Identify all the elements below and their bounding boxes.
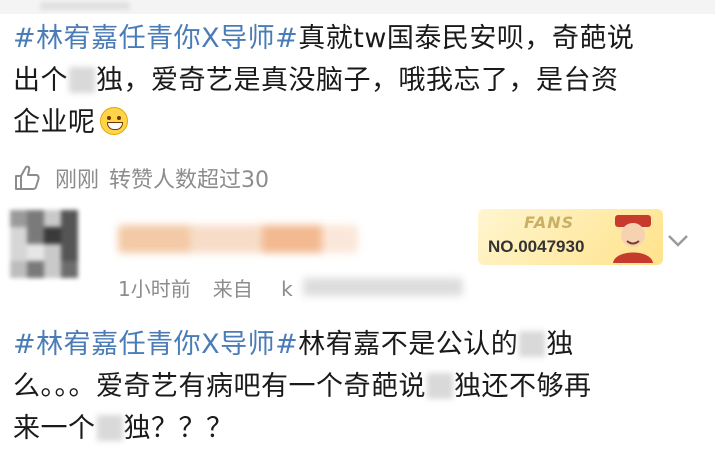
comment-text-c: 么。。。爱奇艺有病吧有一个奇葩说 bbox=[13, 371, 426, 402]
comment-meta: 1小时前 来自 k bbox=[118, 273, 463, 302]
post-text-a: 真就tw国泰民安呗，奇葩说 bbox=[298, 23, 635, 54]
post-time: 刚刚 bbox=[55, 168, 100, 193]
chevron-down-icon[interactable] bbox=[665, 231, 691, 251]
post-body: #林宥嘉任青你X导师#真就tw国泰民安呗，奇葩说 出个 独，爱奇艺是真没脑子，哦我… bbox=[13, 18, 693, 144]
post-text-d: 企业呢 bbox=[13, 107, 96, 138]
post-meta: 刚刚 转赞人数超过30 bbox=[13, 160, 269, 196]
fans-badge-title: FANS bbox=[524, 213, 575, 232]
comment-text-b: 独 bbox=[546, 329, 574, 360]
comment-time: 1小时前 bbox=[118, 277, 191, 301]
censored-char bbox=[96, 415, 123, 441]
comment-text-a: 林宥嘉不是公认的 bbox=[298, 329, 519, 360]
previous-content-strip bbox=[0, 0, 715, 14]
comment-text-e: 来一个 bbox=[13, 413, 96, 444]
post-repost-count: 转赞人数超过30 bbox=[109, 168, 270, 193]
post-text-c: 独，爱奇艺是真没脑子，哦我忘了，是台资 bbox=[96, 65, 619, 96]
fan-avatar-icon bbox=[613, 215, 653, 263]
censored-char bbox=[69, 67, 95, 93]
commenter-name-blurred[interactable] bbox=[118, 225, 358, 253]
thumbs-up-icon[interactable] bbox=[13, 164, 41, 192]
fans-badge-number: NO.0047930 bbox=[488, 237, 585, 256]
post-topic-link[interactable]: #林宥嘉任青你X导师# bbox=[13, 23, 298, 54]
censored-char bbox=[427, 373, 453, 399]
emoji-grin-icon bbox=[99, 107, 128, 135]
post-text-b: 出个 bbox=[13, 65, 68, 96]
comment-header: 1小时前 来自 k FANS NO.0047930 bbox=[0, 205, 715, 315]
comment-body: #林宥嘉任青你X导师#林宥嘉不是公认的独 么。。。爱奇艺有病吧有一个奇葩说 独还不… bbox=[13, 324, 693, 450]
fans-badge[interactable]: FANS NO.0047930 bbox=[478, 209, 663, 265]
comment-text-f: 独？？？ bbox=[123, 413, 234, 444]
comment-text-d: 独还不够再 bbox=[454, 371, 592, 402]
censored-char bbox=[519, 331, 546, 357]
avatar[interactable] bbox=[10, 210, 78, 278]
comment-topic-link[interactable]: #林宥嘉任青你X导师# bbox=[13, 329, 298, 360]
comment-source: 来自 k bbox=[213, 273, 463, 302]
